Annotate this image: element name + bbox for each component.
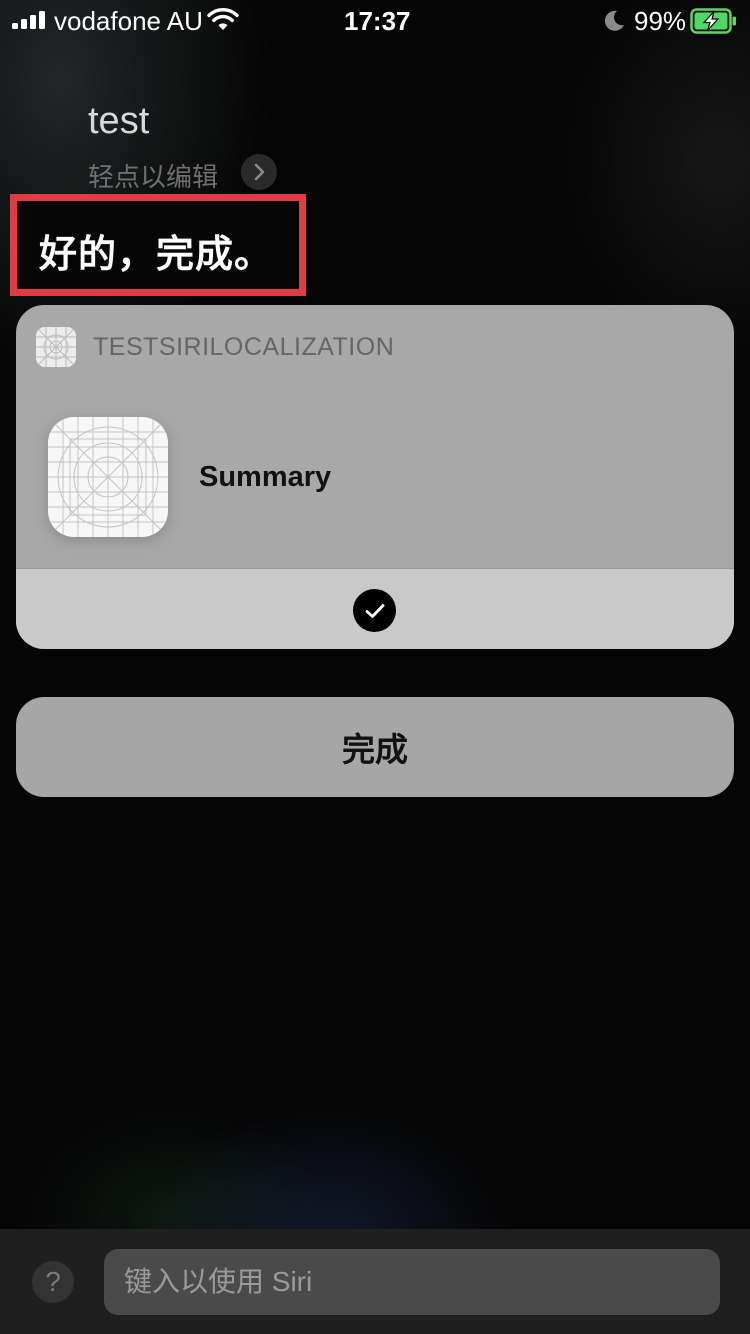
confirmation-row <box>16 568 734 649</box>
siri-query[interactable]: test <box>88 100 149 143</box>
done-button-label: 完成 <box>342 731 408 768</box>
intent-result-card: TESTSIRILOCALIZATION Summary <box>16 305 734 649</box>
item-title: Summary <box>199 461 332 493</box>
chevron-right-icon[interactable] <box>241 154 277 190</box>
battery-charging-icon <box>690 8 736 34</box>
moon-icon <box>604 10 624 31</box>
siri-response-highlight: 好的，完成。 <box>10 194 306 296</box>
app-name: TESTSIRILOCALIZATION <box>93 333 395 361</box>
wifi-icon <box>207 8 239 30</box>
siri-response-text: 好的，完成。 <box>39 234 274 276</box>
signal-icon <box>12 11 45 29</box>
tap-to-edit-hint[interactable]: 轻点以编辑 <box>88 157 218 194</box>
battery-percent: 99% <box>634 6 687 36</box>
carrier-name: vodafone AU <box>54 6 203 36</box>
clock: 17:37 <box>344 6 411 36</box>
done-button[interactable]: 完成 <box>16 697 734 797</box>
help-icon[interactable]: ? <box>32 1261 74 1303</box>
siri-text-input[interactable] <box>104 1249 720 1315</box>
status-bar: vodafone AU 17:37 99% <box>0 0 750 40</box>
app-icon-small <box>36 327 76 367</box>
app-icon-large <box>48 417 168 537</box>
checkmark-icon <box>353 589 396 632</box>
siri-input-bar: ? <box>0 1229 750 1334</box>
